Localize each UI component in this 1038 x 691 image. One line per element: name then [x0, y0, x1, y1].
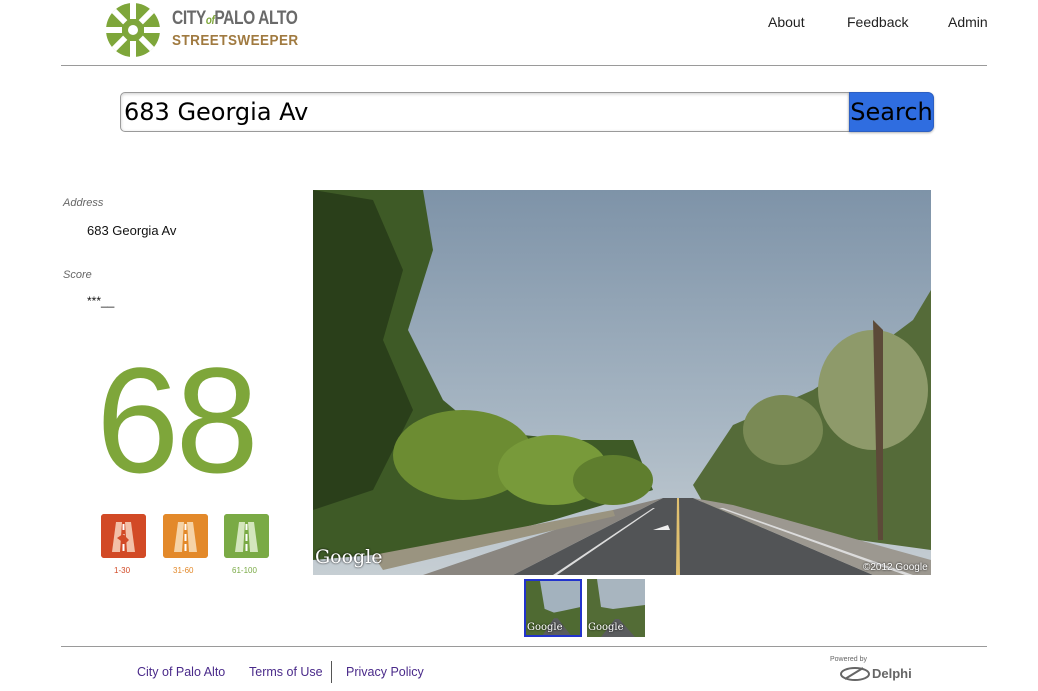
logo-city-name: CITYofPALO ALTO [172, 8, 298, 29]
score-label: Score [63, 269, 92, 281]
logo-app-name: STREETSWEEPER [172, 32, 299, 49]
search-box [120, 92, 850, 132]
thumbnail-1[interactable]: Google [524, 579, 582, 637]
address-label: Address [63, 197, 104, 209]
nav-admin-link[interactable]: Admin [948, 14, 988, 30]
thumbnail-2-watermark: Google [588, 622, 624, 633]
score-stars: ***__ [87, 294, 115, 308]
delphi-brand: Delphi [872, 666, 912, 681]
header: CITYofPALO ALTO STREETSWEEPER About Feed… [0, 0, 1038, 66]
footer-city-link[interactable]: City of Palo Alto [137, 665, 225, 679]
city-logo-icon[interactable] [103, 0, 163, 60]
thumbnail-2[interactable]: Google [587, 579, 645, 637]
road-poor-icon [101, 514, 146, 558]
powered-by-label: Powered by [830, 656, 867, 663]
legend-range-poor: 1-30 [114, 566, 131, 575]
street-view-image[interactable]: Google ©2012 Google [313, 190, 931, 575]
road-fair-icon [163, 514, 208, 558]
legend-range-good: 61-100 [232, 566, 257, 575]
footer-separator [331, 661, 332, 683]
nav-about-link[interactable]: About [768, 14, 805, 30]
copyright-text: ©2012 Google [863, 562, 928, 573]
nav-feedback-link[interactable]: Feedback [847, 14, 908, 30]
legend-range-fair: 31-60 [173, 566, 194, 575]
thumbnail-1-watermark: Google [527, 622, 563, 633]
road-good-icon [224, 514, 269, 558]
site-logo-text[interactable]: CITYofPALO ALTO STREETSWEEPER [172, 8, 325, 49]
address-value: 683 Georgia Av [87, 223, 177, 238]
footer-terms-link[interactable]: Terms of Use [249, 665, 323, 679]
search-button[interactable]: Search [849, 92, 934, 132]
score-number: 68 [96, 336, 259, 504]
google-watermark: Google [315, 546, 383, 568]
header-divider [61, 65, 987, 66]
footer-privacy-link[interactable]: Privacy Policy [346, 665, 424, 679]
search-input[interactable] [121, 93, 849, 131]
footer-divider [61, 646, 987, 647]
